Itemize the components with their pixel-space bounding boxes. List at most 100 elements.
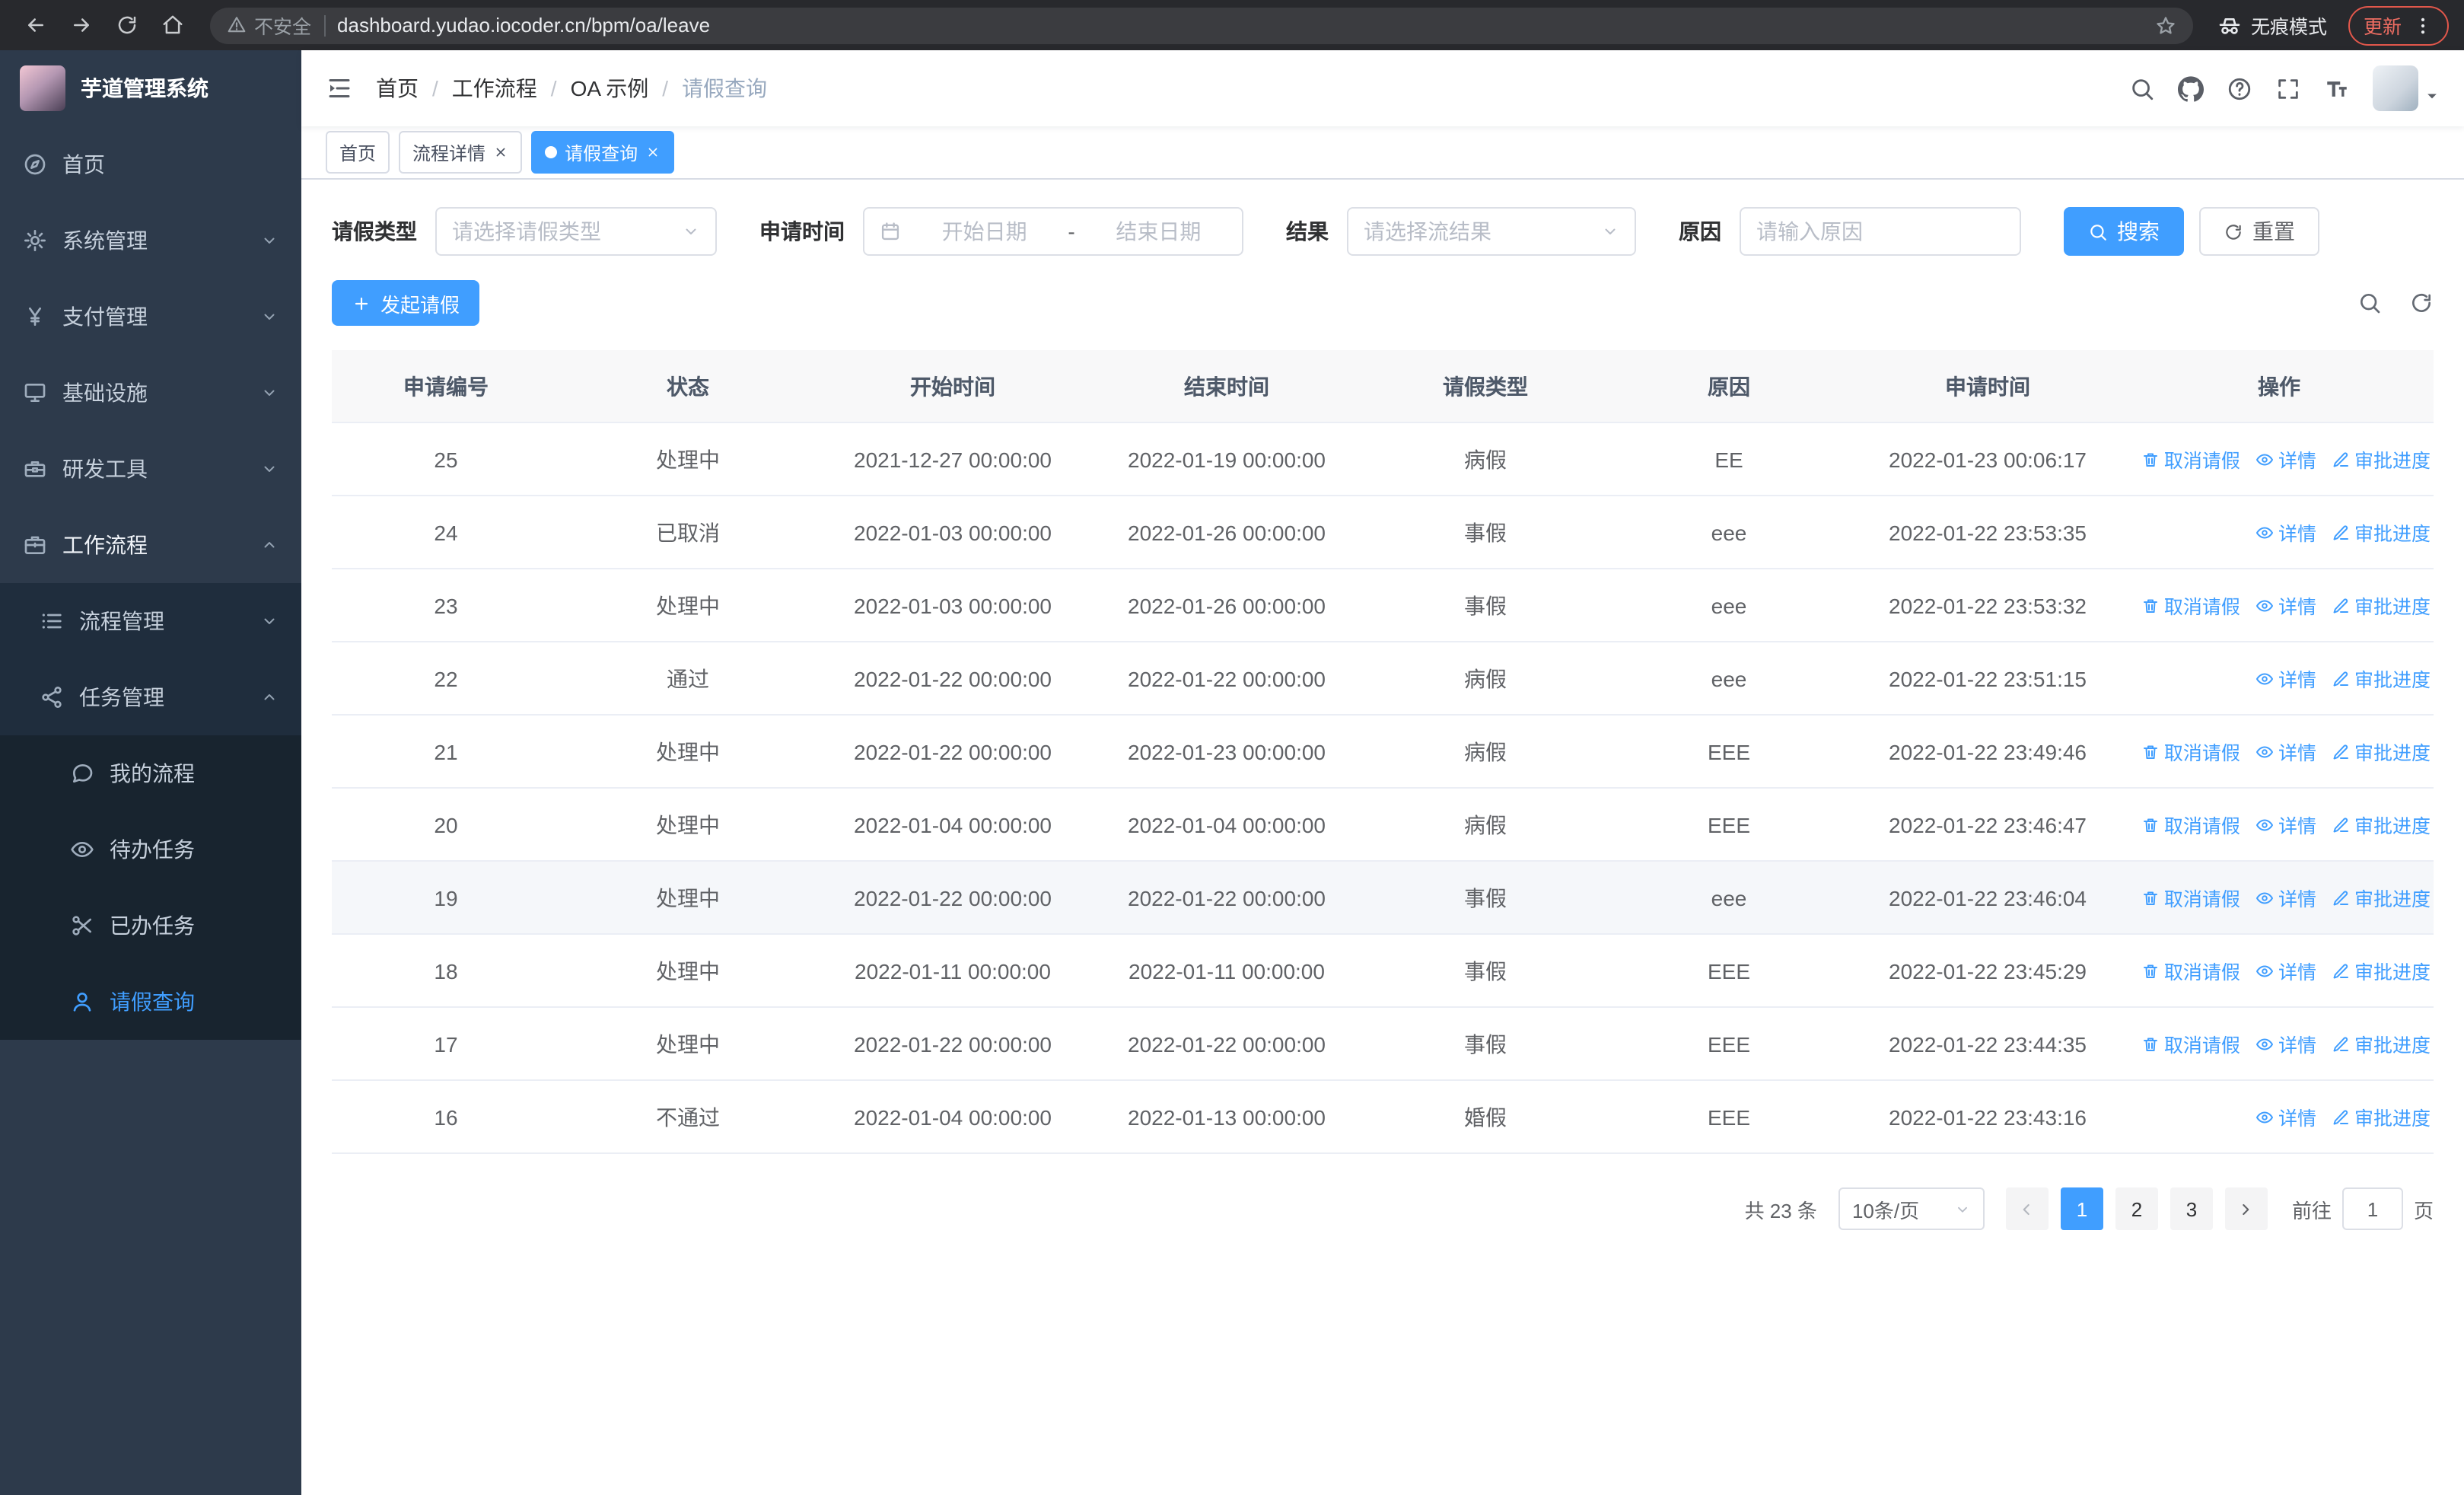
tab-active[interactable]: 请假查询	[531, 131, 675, 174]
header-search-icon[interactable]	[2129, 75, 2155, 101]
action-detail[interactable]: 详情	[2255, 737, 2316, 766]
tab-item[interactable]: 首页	[326, 131, 390, 174]
result-label: 结果	[1286, 219, 1329, 244]
page-list: 123	[2055, 1187, 2219, 1230]
fullscreen-icon[interactable]	[2275, 75, 2301, 101]
browser-back-icon[interactable]	[15, 5, 55, 45]
action-cancel[interactable]: 取消请假	[2141, 883, 2240, 912]
result-select[interactable]: 请选择流结果	[1347, 207, 1636, 256]
page-size-select[interactable]: 10条/页	[1838, 1187, 1985, 1230]
sidebar-item-done-task[interactable]: 已办任务	[0, 888, 301, 964]
action-detail[interactable]: 详情	[2255, 810, 2316, 839]
action-progress[interactable]: 审批进度	[2332, 664, 2431, 693]
action-detail[interactable]: 详情	[2255, 1029, 2316, 1058]
sidebar-item-infrastructure[interactable]: 基础设施	[0, 355, 301, 431]
page-button-2[interactable]: 2	[2115, 1187, 2158, 1230]
address-bar[interactable]: 不安全 dashboard.yudao.iocoder.cn/bpm/oa/le…	[210, 7, 2193, 43]
next-page-button[interactable]	[2224, 1187, 2268, 1230]
sidebar-item-leave-query[interactable]: 请假查询	[0, 964, 301, 1040]
reason-input[interactable]	[1740, 207, 2021, 256]
font-size-icon[interactable]	[2324, 75, 2350, 101]
filter-leave-type: 请假类型 请选择请假类型	[332, 207, 717, 256]
browser-home-icon[interactable]	[152, 5, 192, 45]
date-range-picker[interactable]: 开始日期 - 结束日期	[863, 207, 1243, 256]
sidebar-item-my-process[interactable]: 我的流程	[0, 735, 301, 811]
search-button[interactable]: 搜索	[2064, 207, 2184, 256]
action-progress[interactable]: 审批进度	[2332, 737, 2431, 766]
action-detail[interactable]: 详情	[2255, 1102, 2316, 1131]
row-actions: 取消请假 详情 审批进度	[2125, 591, 2434, 620]
action-cancel[interactable]: 取消请假	[2141, 445, 2240, 473]
action-progress[interactable]: 审批进度	[2332, 883, 2431, 912]
tab-item[interactable]: 流程详情	[399, 131, 523, 174]
github-icon[interactable]	[2178, 75, 2204, 101]
action-detail[interactable]: 详情	[2255, 518, 2316, 547]
browser-update-button[interactable]: 更新	[2348, 5, 2449, 45]
sidebar: 芋道管理系统 首页 系统管理 支付管理 基础设施 研发工具 工作流程 流程管理 任务管理 我的流…	[0, 50, 301, 1495]
action-progress[interactable]: 审批进度	[2332, 1102, 2431, 1131]
sidebar-toggle-icon[interactable]	[326, 75, 353, 102]
breadcrumb-item[interactable]: 工作流程	[452, 73, 537, 104]
url-text: dashboard.yudao.iocoder.cn/bpm/oa/leave	[337, 14, 711, 37]
action-progress[interactable]: 审批进度	[2332, 1029, 2431, 1058]
close-icon[interactable]	[493, 145, 508, 160]
sidebar-item-system[interactable]: 系统管理	[0, 202, 301, 279]
action-detail[interactable]: 详情	[2255, 956, 2316, 985]
sidebar-item-home[interactable]: 首页	[0, 126, 301, 202]
action-detail[interactable]: 详情	[2255, 883, 2316, 912]
sidebar-item-payment[interactable]: 支付管理	[0, 279, 301, 355]
browser-reload-icon[interactable]	[107, 5, 146, 45]
sidebar-item-todo-task[interactable]: 待办任务	[0, 811, 301, 888]
action-cancel[interactable]: 取消请假	[2141, 737, 2240, 766]
action-progress[interactable]: 审批进度	[2332, 445, 2431, 473]
cell-applied: 2022-01-22 23:46:47	[1889, 812, 2087, 837]
prev-page-button[interactable]	[2005, 1187, 2049, 1230]
goto-page-input[interactable]	[2341, 1187, 2403, 1230]
breadcrumb-item[interactable]: 首页	[376, 73, 419, 104]
reset-button[interactable]: 重置	[2199, 207, 2319, 256]
action-cancel[interactable]: 取消请假	[2141, 956, 2240, 985]
site-security-indicator[interactable]: 不安全	[227, 11, 311, 40]
sidebar-item-process-mgmt[interactable]: 流程管理	[0, 583, 301, 659]
sidebar-item-workflow[interactable]: 工作流程	[0, 507, 301, 583]
bookmark-star-icon[interactable]	[2155, 14, 2176, 36]
cell-start: 2022-01-11 00:00:00	[855, 958, 1051, 983]
page-button-3[interactable]: 3	[2170, 1187, 2213, 1230]
action-cancel[interactable]: 取消请假	[2141, 810, 2240, 839]
help-icon[interactable]	[2227, 75, 2252, 101]
cell-type: 事假	[1464, 520, 1507, 544]
cell-applied: 2022-01-22 23:46:04	[1889, 885, 2087, 910]
close-icon[interactable]	[645, 145, 661, 160]
action-detail[interactable]: 详情	[2255, 664, 2316, 693]
action-label: 审批进度	[2354, 743, 2431, 764]
table-row: 25 处理中 2021-12-27 00:00:00 2022-01-19 00:00…	[332, 423, 2434, 496]
action-cancel[interactable]: 取消请假	[2141, 591, 2240, 620]
sidebar-filler	[0, 1040, 301, 1495]
browser-menu-icon[interactable]	[2412, 14, 2434, 36]
action-cancel[interactable]: 取消请假	[2141, 1029, 2240, 1058]
sidebar-item-task-mgmt[interactable]: 任务管理	[0, 659, 301, 735]
action-progress[interactable]: 审批进度	[2332, 518, 2431, 547]
trash-icon	[2141, 1034, 2160, 1053]
leave-type-select[interactable]: 请选择请假类型	[435, 207, 717, 256]
row-actions: 详情 审批进度	[2125, 664, 2434, 693]
sidebar-item-devtools[interactable]: 研发工具	[0, 431, 301, 507]
cell-start: 2022-01-22 00:00:00	[854, 1031, 1052, 1056]
create-leave-button[interactable]: 发起请假	[332, 280, 480, 326]
toggle-search-icon[interactable]	[2357, 291, 2382, 315]
action-detail[interactable]: 详情	[2255, 445, 2316, 473]
action-progress[interactable]: 审批进度	[2332, 810, 2431, 839]
breadcrumb-separator: /	[662, 76, 669, 100]
action-progress[interactable]: 审批进度	[2332, 956, 2431, 985]
cell-id: 23	[434, 593, 458, 617]
breadcrumb-item[interactable]: OA 示例	[571, 73, 649, 104]
page-button-1[interactable]: 1	[2060, 1187, 2103, 1230]
refresh-table-icon[interactable]	[2409, 291, 2434, 315]
user-avatar[interactable]	[2373, 65, 2418, 111]
user-menu[interactable]	[2373, 65, 2440, 111]
action-progress[interactable]: 审批进度	[2332, 591, 2431, 620]
reset-button-label: 重置	[2252, 219, 2295, 244]
action-detail[interactable]: 详情	[2255, 591, 2316, 620]
calendar-icon	[880, 221, 901, 242]
browser-forward-icon[interactable]	[61, 5, 100, 45]
